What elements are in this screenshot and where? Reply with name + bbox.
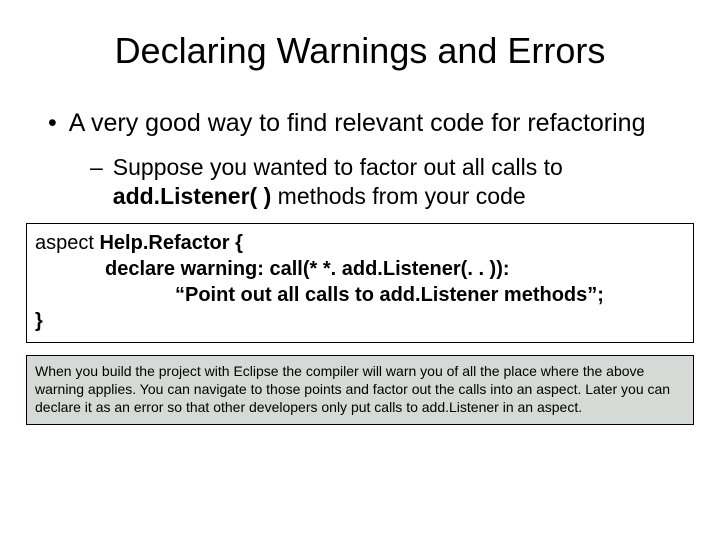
bullet-text: A very good way to find relevant code fo… — [69, 108, 646, 139]
bold-segment: Help.Refactor { — [99, 232, 242, 254]
dash-marker: – — [90, 153, 103, 211]
note-box: When you build the project with Eclipse … — [26, 355, 694, 426]
code-line: aspect Help.Refactor { — [35, 230, 685, 256]
text-segment: aspect — [35, 232, 99, 254]
text-segment: methods from your code — [271, 183, 525, 209]
slide-title: Declaring Warnings and Errors — [24, 30, 696, 72]
bullet-level-2: – Suppose you wanted to factor out all c… — [90, 153, 696, 211]
bullet-level-1: • A very good way to find relevant code … — [48, 108, 696, 139]
bullet-text: Suppose you wanted to factor out all cal… — [113, 153, 696, 211]
code-line: } — [35, 308, 685, 334]
bold-segment: add.Listener( ) — [113, 183, 271, 209]
text-segment: Suppose you wanted to factor out all cal… — [113, 154, 563, 180]
code-line: declare warning: call(* *. add.Listener(… — [35, 256, 685, 282]
code-line: “Point out all calls to add.Listener met… — [35, 282, 685, 308]
code-box: aspect Help.Refactor { declare warning: … — [26, 223, 694, 343]
bullet-marker: • — [48, 108, 57, 139]
